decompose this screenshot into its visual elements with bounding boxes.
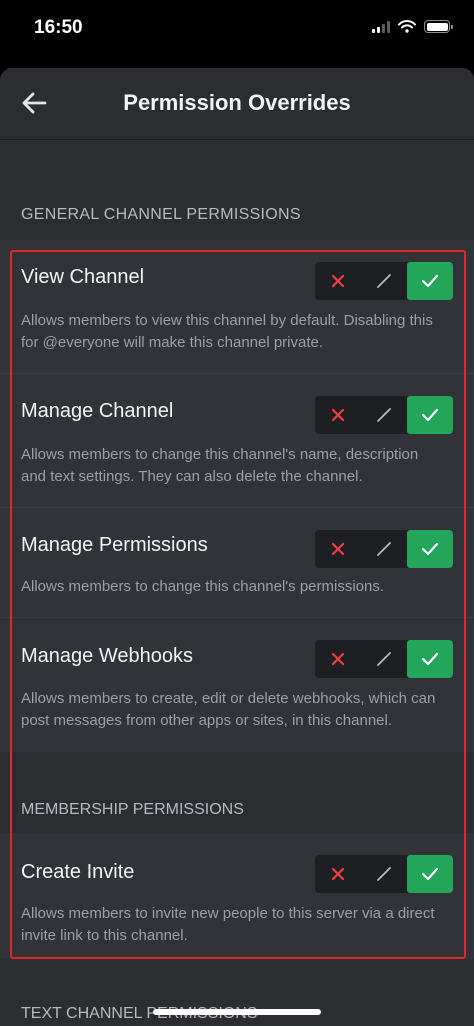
x-icon: [331, 408, 345, 422]
permission-name: Manage Webhooks: [21, 645, 193, 667]
header: Permission Overrides: [0, 68, 474, 140]
neutral-button[interactable]: [361, 530, 407, 568]
permission-description: Allows members to invite new people to t…: [21, 905, 435, 944]
permission-name: Create Invite: [21, 861, 135, 883]
slash-icon: [377, 652, 391, 666]
neutral-button[interactable]: [361, 396, 407, 434]
permission-row-manage-channel: Manage Channel Allows members to change …: [0, 374, 474, 508]
x-icon: [331, 274, 345, 288]
membership-permissions-list: Create Invite Allows members to invite n…: [0, 833, 474, 959]
status-icons: [372, 20, 453, 33]
permission-row-manage-permissions: Manage Permissions Allows members to cha…: [0, 508, 474, 618]
permission-name: Manage Permissions: [21, 534, 208, 556]
permission-row-create-invite: Create Invite Allows members to invite n…: [0, 833, 474, 959]
deny-button[interactable]: [315, 530, 361, 568]
slash-icon: [377, 274, 391, 288]
deny-button[interactable]: [315, 262, 361, 300]
allow-button[interactable]: [407, 530, 453, 568]
slash-icon: [377, 542, 391, 556]
check-icon: [421, 274, 439, 288]
general-permissions-list: View Channel Allows members to view this…: [0, 240, 474, 752]
permission-toggle: [315, 530, 453, 568]
allow-button[interactable]: [407, 855, 453, 893]
neutral-button[interactable]: [361, 640, 407, 678]
status-bar: 16:50: [0, 0, 474, 58]
slash-icon: [377, 867, 391, 881]
section-header-general: GENERAL CHANNEL PERMISSIONS: [0, 140, 474, 240]
deny-button[interactable]: [315, 640, 361, 678]
page-title: Permission Overrides: [123, 90, 351, 115]
cellular-signal-icon: [372, 20, 390, 33]
permission-row-manage-webhooks: Manage Webhooks Allows members to create…: [0, 618, 474, 752]
permission-description: Allows members to create, edit or delete…: [21, 690, 436, 729]
permission-description: Allows members to change this channel's …: [21, 578, 385, 595]
permission-toggle: [315, 396, 453, 434]
neutral-button[interactable]: [361, 855, 407, 893]
allow-button[interactable]: [407, 396, 453, 434]
permission-row-view-channel: View Channel Allows members to view this…: [0, 240, 474, 374]
permission-overrides-sheet: Permission Overrides GENERAL CHANNEL PER…: [0, 68, 474, 1026]
permission-description: Allows members to change this channel's …: [21, 446, 419, 485]
home-indicator: [153, 1009, 321, 1015]
permission-description: Allows members to view this channel by d…: [21, 312, 433, 351]
x-icon: [331, 652, 345, 666]
status-time: 16:50: [34, 17, 83, 38]
permission-toggle: [315, 640, 453, 678]
slash-icon: [377, 408, 391, 422]
check-icon: [421, 408, 439, 422]
deny-button[interactable]: [315, 396, 361, 434]
wifi-icon: [398, 20, 416, 33]
permission-name: Manage Channel: [21, 400, 174, 422]
section-header-membership: MEMBERSHIP PERMISSIONS: [0, 752, 474, 833]
x-icon: [331, 542, 345, 556]
x-icon: [331, 867, 345, 881]
check-icon: [421, 542, 439, 556]
battery-icon: [424, 20, 453, 33]
deny-button[interactable]: [315, 855, 361, 893]
allow-button[interactable]: [407, 262, 453, 300]
permission-toggle: [315, 262, 453, 300]
permission-toggle: [315, 855, 453, 893]
allow-button[interactable]: [407, 640, 453, 678]
permission-name: View Channel: [21, 266, 145, 288]
check-icon: [421, 867, 439, 881]
neutral-button[interactable]: [361, 262, 407, 300]
check-icon: [421, 652, 439, 666]
